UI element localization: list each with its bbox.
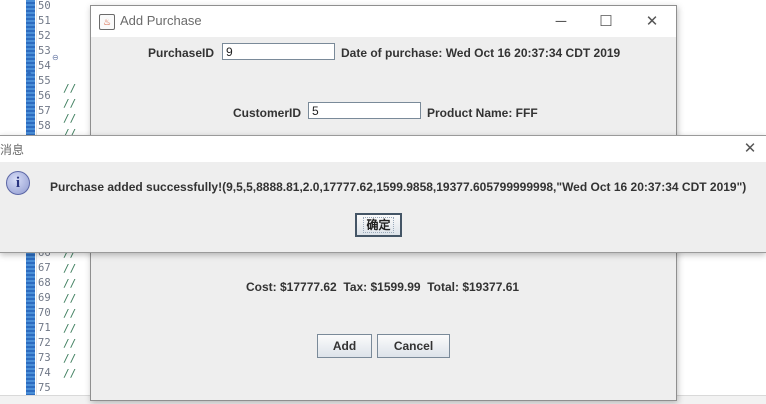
line-number: 67	[38, 262, 51, 274]
close-button[interactable]: ✕	[637, 10, 667, 34]
comment-marker: //	[63, 352, 77, 365]
cancel-button[interactable]: Cancel	[377, 334, 450, 358]
comment-marker: //	[63, 307, 77, 320]
product-name-label: Product Name: FFF	[427, 106, 538, 120]
customer-id-label: CustomerID	[233, 106, 302, 120]
comment-marker: //	[63, 367, 77, 380]
minimize-button[interactable]: ─	[546, 10, 576, 34]
dialog-titlebar[interactable]: 消息 ✕	[0, 136, 766, 162]
ok-button[interactable]: 确定	[355, 213, 402, 237]
window-titlebar[interactable]: ♨ Add Purchase ─ ☐ ✕	[91, 6, 676, 37]
line-number: 75	[38, 382, 51, 394]
line-number: 55	[38, 75, 51, 87]
purchase-id-field[interactable]: 9	[222, 43, 335, 60]
line-number: 73	[38, 352, 51, 364]
customer-id-field[interactable]: 5	[308, 102, 421, 119]
totals-label: Cost: $17777.62 Tax: $1599.99 Total: $19…	[246, 280, 520, 294]
java-cup-icon: ♨	[99, 14, 115, 30]
dialog-close-button[interactable]: ✕	[738, 138, 762, 160]
line-number: 58	[38, 120, 51, 132]
dialog-message: Purchase added successfully!(9,5,5,8888.…	[50, 180, 747, 194]
line-number: 50	[38, 0, 51, 12]
line-number: 56	[38, 90, 51, 102]
dialog-title: 消息	[0, 143, 25, 157]
comment-marker: //	[63, 322, 77, 335]
line-number: 69	[38, 292, 51, 304]
comment-marker: //	[63, 97, 77, 110]
comment-marker: //	[63, 337, 77, 350]
comment-marker: //	[63, 262, 77, 275]
override-marker-icon: ▲	[25, 67, 33, 76]
comment-marker: //	[63, 112, 77, 125]
line-number: 57	[38, 105, 51, 117]
line-number: 72	[38, 337, 51, 349]
comment-marker: //	[63, 292, 77, 305]
line-number: 51	[38, 15, 51, 27]
line-number: 74	[38, 367, 51, 379]
comment-marker: //	[63, 277, 77, 290]
ok-button-label: 确定	[363, 217, 394, 233]
line-number: 52	[38, 30, 51, 42]
window-title: Add Purchase	[120, 13, 202, 28]
date-of-purchase-label: Date of purchase: Wed Oct 16 20:37:34 CD…	[341, 46, 621, 60]
line-number: 70	[38, 307, 51, 319]
maximize-button[interactable]: ☐	[591, 10, 621, 34]
message-dialog: 消息 ✕ i Purchase added successfully!(9,5,…	[0, 135, 766, 253]
info-icon: i	[6, 171, 30, 195]
comment-marker: //	[63, 82, 77, 95]
line-number: 71	[38, 322, 51, 334]
purchase-id-label: PurchaseID	[148, 46, 215, 60]
add-button[interactable]: Add	[317, 334, 372, 358]
fold-collapse-icon[interactable]: ⊖	[52, 53, 59, 62]
line-number: 68	[38, 277, 51, 289]
